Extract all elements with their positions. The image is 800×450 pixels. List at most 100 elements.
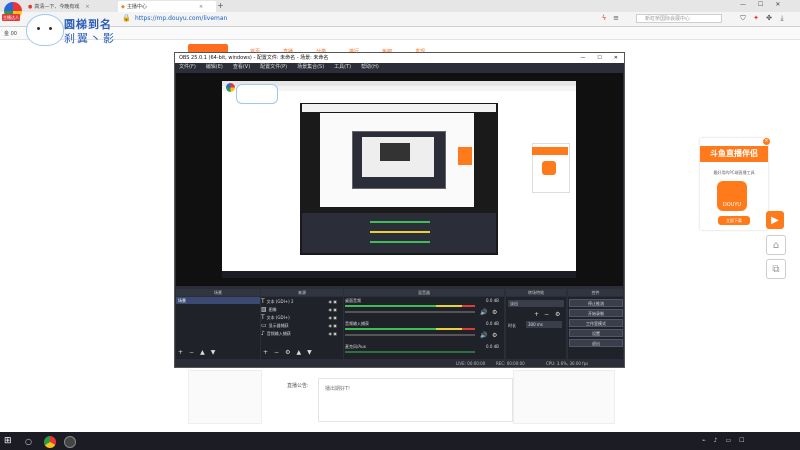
status-badge: 主播达人 xyxy=(2,14,20,21)
menu-icon[interactable]: ≡ xyxy=(612,14,620,22)
menu-file[interactable]: 文件(F) xyxy=(179,63,196,72)
source-item[interactable]: ♪ 音频输入捕获 ◉ ▣ xyxy=(261,330,343,337)
gear-icon[interactable]: ⚙ xyxy=(555,311,560,318)
mixer-header: 混音器 xyxy=(344,289,504,296)
mixer-channel-name: 麦克风/Aux xyxy=(345,344,366,349)
sources-header: 来源 xyxy=(261,289,343,296)
menu-scene-collection[interactable]: 场景集合(S) xyxy=(297,63,324,72)
transition-select[interactable]: 淡出 xyxy=(508,300,564,307)
scenes-header: 场景 xyxy=(176,289,260,296)
menu-help[interactable]: 帮助(H) xyxy=(361,63,379,72)
controls-header: 控件 xyxy=(568,289,623,296)
live-timer: LIVE: 00:00:00 xyxy=(456,361,486,366)
volume-icon[interactable]: ♪ xyxy=(714,437,718,444)
windows-start-icon[interactable]: ⊞ xyxy=(4,436,12,446)
source-label: 显示器捕获 xyxy=(268,323,289,328)
screenshot-icon[interactable]: ⧉ xyxy=(766,259,786,279)
menu-tools[interactable]: 工具(T) xyxy=(334,63,351,72)
start-recording-button[interactable]: 开始录制 xyxy=(569,309,623,317)
move-up-icon[interactable]: ▲ xyxy=(296,349,301,356)
mixer-db: 0.0 dB xyxy=(486,321,499,326)
page-panel-left xyxy=(188,370,262,424)
url-field[interactable]: https://mp.douyu.com/liveman xyxy=(135,14,615,24)
source-item[interactable]: ▭ 显示器捕获 ◉ ▣ xyxy=(261,322,343,329)
home-icon[interactable]: ⌂ xyxy=(766,235,786,255)
close-icon[interactable]: × xyxy=(85,4,89,10)
eye-icon[interactable]: ◉ ▣ xyxy=(328,298,337,305)
add-icon[interactable]: + xyxy=(534,311,539,318)
eye-icon[interactable]: ◉ ▣ xyxy=(328,314,337,321)
close-icon[interactable]: × xyxy=(199,4,203,10)
cat-avatar xyxy=(26,14,64,46)
battery-icon[interactable]: ▭ xyxy=(725,437,731,444)
remove-icon[interactable]: − xyxy=(544,311,549,318)
window-title: OBS 25.0.1 (64-bit, windows) - 配置文件: 未命名… xyxy=(179,55,329,61)
search-input[interactable]: 新虹桥国际会展中心 xyxy=(636,14,722,23)
download-icon[interactable]: ⤓ xyxy=(778,14,786,22)
speaker-icon[interactable]: 🔊 xyxy=(480,309,487,316)
volume-slider[interactable] xyxy=(345,334,475,336)
source-label: 图像 xyxy=(268,307,277,312)
maximize-button[interactable]: ☐ xyxy=(758,1,763,8)
close-icon[interactable]: × xyxy=(763,138,770,145)
gear-icon[interactable]: ⚙ xyxy=(492,332,497,339)
notification-icon[interactable]: ☐ xyxy=(739,437,744,444)
chrome-icon[interactable] xyxy=(44,436,56,448)
network-icon[interactable]: ⌁ xyxy=(702,437,706,444)
obs-menu-bar: 文件(F) 编辑(E) 查看(V) 配置文件(P) 场景集合(S) 工具(T) … xyxy=(175,63,624,72)
obs-icon[interactable] xyxy=(64,436,76,448)
eye-icon[interactable]: ◉ ▣ xyxy=(328,306,337,313)
add-icon[interactable]: + xyxy=(263,349,268,356)
download-button[interactable]: 立即下载 xyxy=(718,216,750,225)
source-label: 文本 (GDI+) xyxy=(266,315,290,320)
remove-icon[interactable]: − xyxy=(189,349,194,356)
mixer-db: 0.0 dB xyxy=(486,344,499,349)
studio-mode-button[interactable]: 工作室模式 xyxy=(569,319,623,327)
remove-icon[interactable]: − xyxy=(274,349,279,356)
move-up-icon[interactable]: ▲ xyxy=(200,349,205,356)
eye-icon[interactable]: ◉ ▣ xyxy=(328,330,337,337)
speaker-icon[interactable]: 🔊 xyxy=(480,332,487,339)
gear-icon[interactable]: ⚙ xyxy=(285,349,290,356)
menu-view[interactable]: 查看(V) xyxy=(233,63,250,72)
game-icon[interactable]: ✦ xyxy=(752,14,760,22)
exit-button[interactable]: 退出 xyxy=(569,339,623,347)
bookmark-bar xyxy=(0,27,800,40)
duration-input[interactable]: 300 ms xyxy=(526,321,562,328)
sources-toolbar: + − ⚙ ▲ ▼ xyxy=(263,349,312,356)
add-icon[interactable]: + xyxy=(178,349,183,356)
maximize-button[interactable]: ☐ xyxy=(597,53,601,63)
cat-eye xyxy=(37,27,40,30)
tab-label: 主播中心 xyxy=(126,4,147,10)
taskbar xyxy=(0,432,800,450)
close-button[interactable]: ✕ xyxy=(775,1,780,8)
move-down-icon[interactable]: ▼ xyxy=(307,349,312,356)
source-item[interactable]: ▧ 图像 ◉ ▣ xyxy=(261,306,343,313)
source-item[interactable]: T 文本 (GDI+) 2 ◉ ▣ xyxy=(261,298,343,305)
stop-streaming-button[interactable]: 停止推流 xyxy=(569,299,623,307)
minimize-button[interactable]: — xyxy=(580,53,585,63)
scene-item[interactable]: 场景 xyxy=(176,297,260,304)
mixer-db: 0.0 dB xyxy=(486,298,499,303)
announce-input[interactable]: 播出期好T! xyxy=(318,378,513,422)
settings-button[interactable]: 设置 xyxy=(569,329,623,337)
source-item[interactable]: T 文本 (GDI+) ◉ ▣ xyxy=(261,314,343,321)
volume-slider[interactable] xyxy=(345,311,475,313)
shield-icon[interactable]: ⛉ xyxy=(739,14,747,22)
gear-icon[interactable]: ⚙ xyxy=(492,309,497,316)
tab-1[interactable]: ● 高清—下、今晚有戏 × xyxy=(28,1,116,12)
minimize-button[interactable]: — xyxy=(740,1,746,8)
douyu-app-icon: DOUYU xyxy=(717,181,747,211)
eye-icon[interactable]: ◉ ▣ xyxy=(328,322,337,329)
lightning-icon[interactable]: ϟ xyxy=(600,14,608,22)
close-button[interactable]: ✕ xyxy=(614,53,618,63)
source-label: 文本 (GDI+) 2 xyxy=(266,299,294,304)
tab-active[interactable]: ◆ 主播中心 × xyxy=(118,1,216,12)
menu-edit[interactable]: 编辑(E) xyxy=(206,63,223,72)
move-down-icon[interactable]: ▼ xyxy=(211,349,216,356)
play-icon[interactable]: ▶ xyxy=(766,211,784,229)
search-icon[interactable]: ○ xyxy=(25,437,32,446)
menu-profile[interactable]: 配置文件(P) xyxy=(260,63,287,72)
new-tab-button[interactable]: + xyxy=(217,1,224,10)
puzzle-icon[interactable]: ✤ xyxy=(765,14,773,22)
